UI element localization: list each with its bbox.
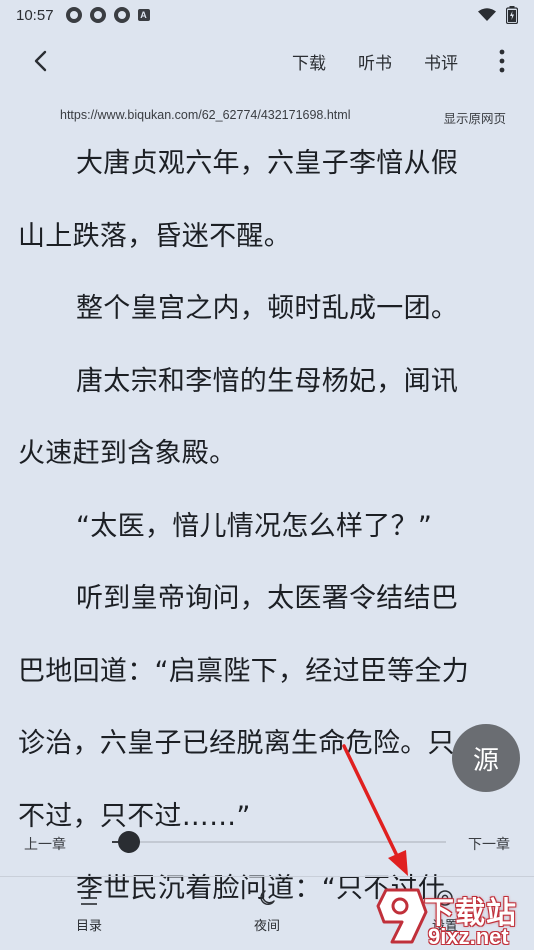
- list-icon: [81, 891, 97, 905]
- listen-button[interactable]: 听书: [358, 49, 392, 74]
- nav-table-of-contents[interactable]: 目录: [0, 877, 178, 950]
- text-line: 火速赶到含象殿。: [18, 438, 237, 469]
- source-url-row: https://www.biqukan.com/62_62774/4321716…: [0, 104, 534, 128]
- previous-chapter-button[interactable]: 上一章: [24, 834, 66, 854]
- nav-label: 夜间: [253, 919, 280, 934]
- more-menu-button[interactable]: [490, 41, 514, 81]
- status-time: 10:57: [16, 6, 54, 24]
- text-line: 巴地回道：“启禀陛下，经过臣等全力: [18, 655, 470, 687]
- text-line: 山上跌落，昏迷不醒。: [18, 220, 291, 252]
- chapter-progress-slider[interactable]: [112, 841, 446, 843]
- reviews-button[interactable]: 书评: [424, 49, 458, 74]
- text-line: 整个皇宫之内，顿时乱成一团。: [76, 293, 459, 324]
- more-vertical-icon: [499, 49, 505, 73]
- chapter-text: 大唐贞观六年，六皇子李愔从假山上跌落，昏迷不醒。整个皇宫之内，顿时乱成一团。 唐太…: [18, 128, 518, 926]
- status-notification-icons: A: [65, 7, 150, 23]
- next-chapter-button[interactable]: 下一章: [468, 834, 510, 854]
- text-line: 大唐贞观六年，六皇子李愔从假: [76, 148, 459, 179]
- site-watermark: 下载站 9ixz.net: [372, 880, 532, 950]
- nav-label: 目录: [75, 919, 102, 934]
- app-notification-icon: [113, 7, 130, 23]
- show-original-page-link[interactable]: 显示原网页: [443, 108, 506, 127]
- app-notification-icon: [65, 7, 82, 23]
- a-badge-icon: A: [137, 9, 150, 21]
- text-line: “太医，愔儿情况怎么样了？”: [76, 510, 433, 542]
- chevron-left-icon: [34, 50, 47, 72]
- chapter-navigation: 上一章 下一章: [0, 820, 534, 864]
- switch-source-button[interactable]: 源: [452, 724, 520, 792]
- slider-thumb[interactable]: [117, 831, 140, 853]
- toolbar-actions: 下载 听书 书评: [292, 41, 534, 81]
- app-notification-icon: [89, 7, 106, 23]
- text-line: 听到皇帝询问，太医署令结结巴: [76, 583, 459, 614]
- nav-night-mode[interactable]: 夜间: [178, 877, 356, 950]
- status-system-icons: [478, 6, 518, 24]
- text-line: 唐太宗和李愔的生母杨妃，闻讯: [76, 365, 459, 397]
- battery-icon: [506, 6, 518, 24]
- download-button[interactable]: 下载: [292, 49, 326, 74]
- source-url: https://www.biqukan.com/62_62774/4321716…: [60, 108, 351, 122]
- status-bar: 10:57 A: [0, 0, 534, 30]
- wifi-icon: [478, 8, 496, 21]
- reader-toolbar: 下载 听书 书评: [0, 30, 534, 92]
- watermark-domain: 9ixz.net: [428, 924, 509, 949]
- moon-icon: [260, 890, 275, 906]
- text-line: 诊治，六皇子已经脱离生命危险。只: [18, 728, 455, 759]
- watermark-logo: [376, 888, 428, 944]
- back-button[interactable]: [20, 41, 60, 81]
